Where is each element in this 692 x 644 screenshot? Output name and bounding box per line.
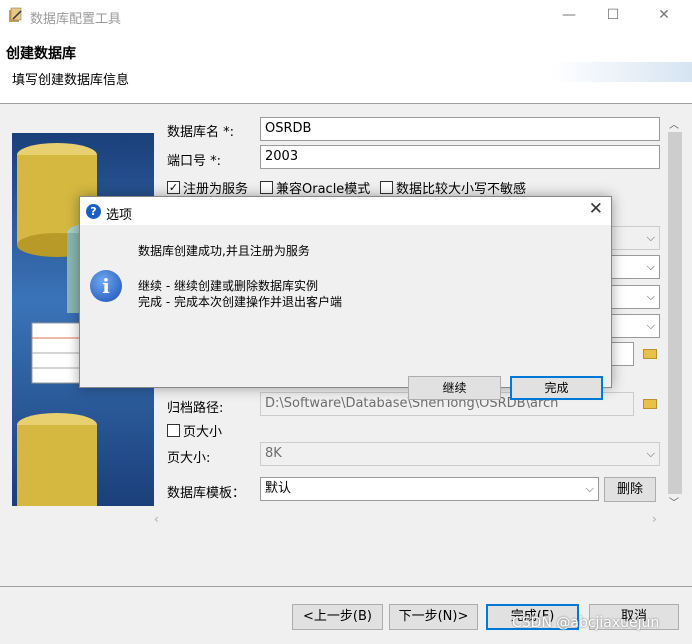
next-button[interactable]: 下一步(N)> [389,604,478,630]
checkbox-icon [167,423,180,437]
chevron-down-icon: ⌵ [646,231,655,244]
dialog-message-continue: 继续 - 继续创建或删除数据库实例 [138,279,318,293]
info-icon: i [90,270,122,302]
page-subtitle: 填写创建数据库信息 [12,73,130,88]
chevron-down-icon: ⌵ [646,319,655,332]
dialog-message-main: 数据库创建成功,并且注册为服务 [138,244,310,258]
register-service-checkbox[interactable]: ✓ 注册为服务 [167,179,249,197]
template-select[interactable]: 默认 ⌵ [260,477,599,501]
scroll-down-icon[interactable]: ﹀ [669,494,679,509]
scroll-right-icon[interactable]: › [652,512,657,526]
port-label: 端口号 *: [167,154,222,169]
scrollbar-thumb[interactable] [668,132,682,494]
page-size-select[interactable]: 8K ⌵ [260,442,660,466]
prev-button[interactable]: <上一步(B) [292,604,383,630]
checkbox-checked-icon: ✓ [167,180,180,194]
dialog-message-finish: 完成 - 完成本次创建操作并退出客户端 [138,295,342,309]
question-icon: ? [86,204,101,219]
db-name-label: 数据库名 *: [167,125,235,140]
page-size-value: 8K [265,446,282,461]
port-input[interactable]: 2003 [260,145,660,169]
dialog-body: i 数据库创建成功,并且注册为服务 继续 - 继续创建或删除数据库实例 完成 -… [80,225,611,400]
archive-path-label: 归档路径: [167,401,224,416]
scroll-up-icon[interactable]: ︿ [669,116,679,131]
maximize-button[interactable]: ☐ [599,4,627,26]
template-label: 数据库模板： [167,486,246,501]
case-insensitive-checkbox[interactable]: 数据比较大小写不敏感 [380,179,527,197]
chevron-down-icon: ⌵ [585,482,594,495]
folder-icon[interactable] [643,399,657,409]
page-size-checkbox-label: 页大小 [183,424,223,440]
page-title: 创建数据库 [6,46,76,62]
app-icon [9,7,22,22]
delete-template-button[interactable]: 删除 [604,477,656,502]
oracle-mode-checkbox[interactable]: 兼容Oracle模式 [260,179,371,197]
oracle-mode-label: 兼容Oracle模式 [276,181,371,197]
dialog-finish-button[interactable]: 完成 [510,376,603,400]
register-service-label: 注册为服务 [183,181,249,197]
dialog-title: 选项 [106,208,133,223]
template-value: 默认 [265,481,292,496]
checkbox-icon [260,180,273,194]
page-size-checkbox[interactable]: 页大小 [167,422,223,440]
case-insensitive-label: 数据比较大小写不敏感 [396,181,527,197]
folder-icon[interactable] [643,349,657,359]
watermark: CSDN @abcjiaxuejun [512,615,660,631]
chevron-down-icon: ⌵ [646,447,655,460]
minimize-button[interactable]: — [555,4,583,26]
chevron-down-icon: ⌵ [646,290,655,303]
db-name-input[interactable]: OSRDB [260,117,660,141]
horizontal-scrollbar[interactable] [154,510,667,526]
header-gradient [552,62,692,82]
window-title: 数据库配置工具 [30,12,122,27]
checkbox-icon [380,180,393,194]
chevron-down-icon: ⌵ [646,260,655,273]
page-size-label: 页大小: [167,451,211,466]
options-dialog: ? 选项 ✕ i 数据库创建成功,并且注册为服务 继续 - 继续创建或删除数据库… [79,196,612,400]
dialog-close-icon[interactable]: ✕ [589,199,603,219]
close-button[interactable]: ✕ [650,4,678,26]
wizard-header [0,32,692,104]
dialog-continue-button[interactable]: 继续 [408,376,501,400]
footer-divider [0,586,692,587]
scroll-left-icon[interactable]: ‹ [154,512,159,526]
